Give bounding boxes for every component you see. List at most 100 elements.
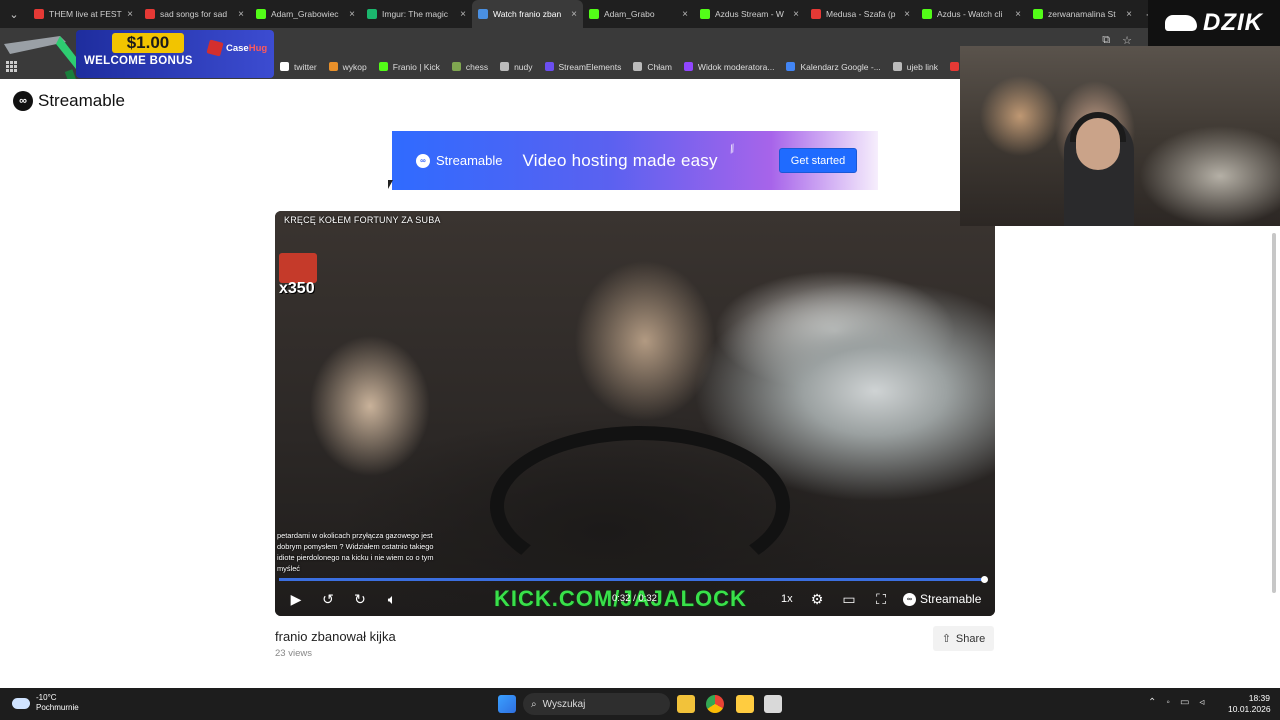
- taskbar-search[interactable]: ⌕ Wyszukaj: [523, 693, 670, 715]
- settings-gear-icon[interactable]: ⚙: [807, 590, 827, 608]
- get-started-button[interactable]: Get started: [779, 148, 857, 173]
- network-icon[interactable]: ▭: [1180, 697, 1189, 708]
- speaker-icon[interactable]: ◃: [1199, 697, 1204, 708]
- chat-overlay-text: petardami w okolicach przyłącza gazowego…: [277, 531, 434, 573]
- weather-temp: -10°C: [36, 693, 57, 702]
- tab-favicon-icon: [700, 9, 710, 19]
- bookmark-item[interactable]: ujeb link: [892, 62, 938, 72]
- bookmark-label: Chłam: [647, 61, 672, 72]
- promo-bonus-text: WELCOME BONUS: [84, 55, 193, 67]
- clock-date: 10.01.2026: [1228, 704, 1271, 714]
- video-overlay-title: KRĘCĘ KOŁEM FORTUNY ZA SUBA: [284, 215, 441, 225]
- sub-multiplier: x350: [279, 280, 315, 297]
- tab-favicon-icon: [34, 9, 44, 19]
- bookmark-favicon-icon: [500, 62, 510, 71]
- tab-close-icon[interactable]: ×: [904, 9, 910, 20]
- bookmark-item[interactable]: StreamElements: [544, 61, 622, 72]
- browser-tab[interactable]: Imgur: The magic ×: [361, 0, 472, 28]
- bookmark-label: Franio | Kick: [392, 61, 440, 72]
- browser-tab[interactable]: Azdus Stream - W ×: [694, 0, 805, 28]
- browser-tab[interactable]: Azdus - Watch cli ×: [916, 0, 1027, 28]
- casehug-logo-icon: [206, 39, 224, 57]
- player-brand[interactable]: ∞ Streamable: [903, 592, 981, 606]
- streamable-logo[interactable]: ∞ Streamable: [13, 91, 125, 111]
- file-explorer-icon[interactable]: [677, 695, 695, 713]
- tab-close-icon[interactable]: ×: [682, 9, 688, 20]
- picture-in-picture-icon[interactable]: ▭: [839, 590, 859, 608]
- taskbar-clock[interactable]: 18:39 10.01.2026: [1228, 693, 1271, 715]
- promo-amount: $1.00: [112, 33, 184, 53]
- browser-tab[interactable]: Watch franio zban ×: [472, 0, 583, 28]
- bookmark-label: Kalendarz Google -...: [800, 61, 881, 72]
- tab-label: THEM live at FEST: [49, 9, 122, 19]
- bookmark-favicon-icon: [633, 62, 643, 71]
- share-label: Share: [955, 632, 986, 645]
- player-controls: ▶ ↺ ↻ 🔈︎ 0:32 / 0:32 1x ⚙ ▭ ⛶ ∞ Streamab…: [275, 585, 995, 613]
- bookmark-label: chess: [465, 61, 489, 72]
- ad-banner[interactable]: ∞ Streamable Video hosting made easy ⁄⁄ …: [392, 131, 878, 190]
- tab-favicon-icon: [478, 9, 488, 19]
- browser-tab[interactable]: Medusa - Szafa (p ×: [805, 0, 916, 28]
- taskbar-search-placeholder: Wyszukaj: [542, 698, 586, 710]
- bookmark-item[interactable]: Franio | Kick: [378, 61, 440, 72]
- bookmark-item[interactable]: Chłam: [633, 62, 672, 72]
- tray-chevron-icon[interactable]: ⌃: [1148, 697, 1156, 708]
- forward-10-icon[interactable]: ↻: [350, 590, 370, 608]
- tab-close-icon[interactable]: ×: [1015, 9, 1021, 20]
- ad-brand: ∞ Streamable: [416, 153, 502, 168]
- weather-widget[interactable]: -10°C Pochmurnie: [12, 693, 79, 713]
- tab-label: Azdus Stream - W: [715, 9, 784, 19]
- bookmark-favicon-icon: [949, 62, 959, 71]
- video-player[interactable]: KRĘCĘ KOŁEM FORTUNY ZA SUBA x350 petarda…: [275, 211, 995, 616]
- promo-brand-b: Hug: [248, 42, 268, 54]
- tab-label: sad songs for sad: [160, 9, 228, 19]
- sub-avatar-icon: [279, 253, 317, 283]
- bookmark-favicon-icon: [280, 62, 289, 71]
- bookmark-list: twitter wykop Franio | Kick chess nudy Stream…: [280, 62, 985, 72]
- tab-close-icon[interactable]: ×: [349, 9, 355, 20]
- bookmark-item[interactable]: wykop: [328, 62, 367, 72]
- playback-speed[interactable]: 1x: [781, 593, 793, 605]
- windows-start-icon[interactable]: [498, 695, 516, 713]
- chrome-icon[interactable]: [706, 695, 724, 713]
- tab-label: zerwanamalina St: [1048, 9, 1116, 19]
- microphone-icon[interactable]: ◦: [1166, 697, 1170, 708]
- bookmark-item[interactable]: chess: [451, 61, 489, 72]
- share-button[interactable]: ⇧ Share: [933, 626, 994, 651]
- bookmark-label: StreamElements: [558, 61, 622, 72]
- tab-close-icon[interactable]: ×: [571, 9, 577, 20]
- progress-bar[interactable]: [279, 576, 988, 583]
- bookmark-favicon-icon: [451, 62, 461, 71]
- tab-close-icon[interactable]: ×: [793, 9, 799, 20]
- rewind-10-icon[interactable]: ↺: [318, 590, 338, 608]
- streamer-webcam: [960, 46, 1280, 226]
- ad-brand-text: Streamable: [436, 153, 503, 168]
- share-icon: ⇧: [941, 633, 951, 645]
- progress-knob[interactable]: [981, 576, 988, 583]
- clock-time: 18:39: [1248, 693, 1270, 703]
- tab-close-icon[interactable]: ×: [127, 9, 133, 20]
- page-scrollbar[interactable]: [1270, 227, 1278, 657]
- play-icon[interactable]: ▶: [286, 590, 306, 608]
- tab-close-icon[interactable]: ×: [460, 9, 466, 20]
- app-icon[interactable]: [736, 695, 754, 713]
- tab-close-icon[interactable]: ×: [238, 9, 244, 20]
- streamable-logo-icon: ∞: [13, 91, 33, 111]
- bookmark-item[interactable]: Widok moderatora...: [683, 62, 774, 72]
- boar-icon: [1165, 15, 1197, 31]
- bookmark-favicon-icon: [786, 62, 796, 71]
- bookmark-item[interactable]: Kalendarz Google -...: [786, 61, 881, 72]
- app-window-icon[interactable]: [764, 695, 782, 713]
- bookmark-item[interactable]: nudy: [500, 62, 533, 72]
- bookmark-item[interactable]: twitter: [280, 62, 317, 72]
- tab-close-icon[interactable]: ×: [1126, 9, 1132, 20]
- ad-slogan: Video hosting made easy: [522, 150, 718, 170]
- volume-icon[interactable]: 🔈︎: [382, 590, 402, 608]
- fullscreen-icon[interactable]: ⛶: [871, 590, 891, 608]
- scrollbar-thumb[interactable]: [1272, 233, 1276, 593]
- steering-wheel-shape: [490, 426, 790, 586]
- mouse-cursor: [388, 180, 393, 189]
- browser-tab[interactable]: Adam_Grabo ×: [583, 0, 694, 28]
- browser-tab[interactable]: zerwanamalina St ×: [1027, 0, 1138, 28]
- tab-label: Watch franio zban: [493, 9, 562, 19]
